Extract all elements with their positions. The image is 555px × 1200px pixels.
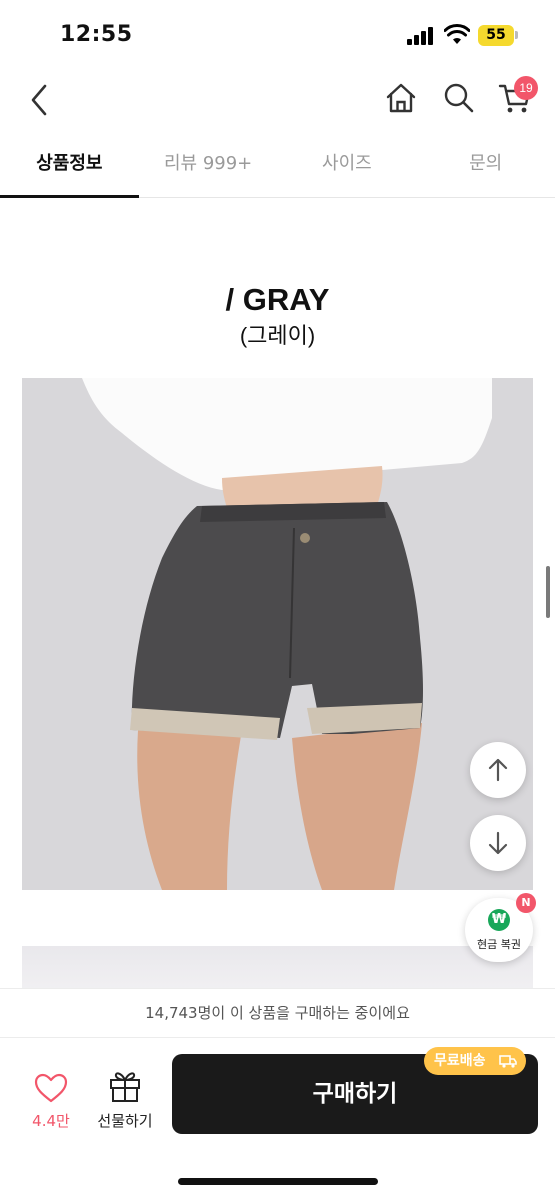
status-time: 12:55 [60,22,133,47]
scroll-top-button[interactable] [470,742,526,798]
search-icon[interactable] [441,80,477,116]
heart-icon [34,1073,68,1103]
product-photo-illustration [22,378,533,890]
scroll-indicator[interactable] [546,566,550,618]
new-badge: N [516,893,536,913]
gift-icon [110,1072,140,1102]
product-color-subtitle: (그레이) [239,323,316,348]
battery-tip [515,31,518,39]
tab-size[interactable]: 사이즈 [278,134,417,197]
tab-reviews[interactable]: 리뷰 999+ [139,134,278,197]
arrow-down-icon [488,831,508,855]
nav-bar: 19 [0,66,555,132]
signal-icon [407,27,435,45]
arrow-up-icon [488,758,508,782]
cart-count-badge: 19 [514,76,538,100]
status-bar: 12:55 55 [0,0,555,66]
home-indicator [178,1178,378,1185]
gift-button[interactable]: 선물하기 [90,1068,160,1134]
won-coin-icon: ₩ [488,909,510,931]
product-photo [22,378,533,890]
free-shipping-badge: 무료배송 [424,1047,526,1075]
scroll-bottom-button[interactable] [470,815,526,871]
buyers-notice: 14,743명이 이 상품을 구매하는 중이에요 [0,988,555,1038]
tab-bar: 상품정보 리뷰 999+ 사이즈 문의 [0,134,555,198]
home-icon[interactable] [383,80,419,116]
tab-inquiry[interactable]: 문의 [416,134,555,197]
battery-icon: 55 [478,25,514,46]
tab-product-info[interactable]: 상품정보 [0,134,139,198]
cash-lottery-label: 현금 복권 [477,938,521,951]
free-shipping-label: 무료배송 [434,1053,486,1069]
like-count: 4.4만 [32,1112,70,1130]
product-color-title: / GRAY [225,282,330,317]
gift-label: 선물하기 [97,1112,153,1130]
wifi-icon [444,24,470,44]
like-button[interactable]: 4.4만 [22,1070,80,1136]
truck-icon [499,1055,517,1068]
back-icon[interactable] [22,80,58,120]
